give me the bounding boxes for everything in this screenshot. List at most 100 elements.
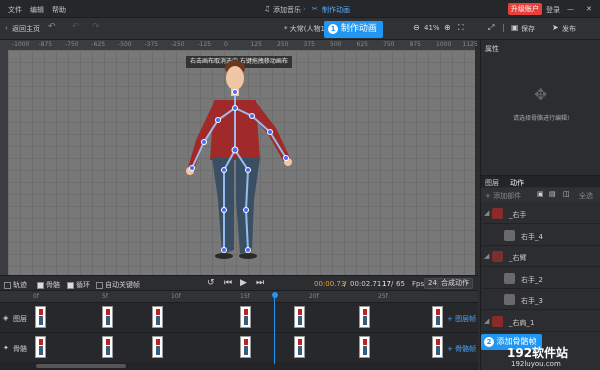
keyframe-thumb[interactable] [432,336,443,358]
bone-icon: ✦ [3,344,9,352]
redo-icon[interactable]: ↶ [72,22,80,32]
fullscreen-icon[interactable]: ⤢ [488,23,494,33]
ruler-tick: 875 [409,41,421,48]
keyframe-thumb[interactable] [35,306,46,328]
properties-title: 属性 [485,45,499,53]
chevron-right-icon: › [303,5,306,13]
ruler-tick: 500 [330,41,342,48]
add-bone-frame-button[interactable]: + 骨骼帧 [447,344,476,354]
redo2-icon[interactable]: ↷ [92,22,100,32]
bone-track-label: 骨骼 [13,345,27,353]
layer-list-item[interactable]: 右手_3 [482,289,600,310]
keyframe-thumb[interactable] [294,336,305,358]
layer-track[interactable]: ◈ 图层 + 图层帧 [0,302,478,332]
auto-keyframe-checkbox[interactable] [96,281,103,289]
zoom-out-icon[interactable]: ⊖ [413,23,420,32]
menu-help[interactable]: 帮助 [52,5,66,15]
tab-animation[interactable]: 动作 [510,178,524,188]
ruler-tick: -875 [38,41,53,48]
upgrade-button[interactable]: 升级账户 [508,3,542,15]
menu-edit[interactable]: 编辑 [30,5,44,15]
ruler-tick: 250 [277,41,289,48]
canvas[interactable]: 右击画布取消选中,右键拖拽移动画布 [8,50,475,275]
layer-list-item[interactable]: 右手_4 [482,225,600,246]
character-figure[interactable] [168,50,318,275]
timeline-controls: 轨迹 骨骼 循环 自动关键帧 ↺ ⏮ ▶ ⏭ 00:00.73 / 00:02.… [0,275,478,290]
layer-thumbnail [504,272,515,284]
save-button[interactable]: 保存 [521,24,535,34]
back-icon: ‹ [5,24,8,32]
keyframe-thumb[interactable] [102,306,113,328]
folder-icon[interactable]: ▤ [549,190,556,198]
make-animation-tab[interactable]: 制作动画 [322,5,350,15]
bone-checkbox[interactable] [37,281,44,289]
undo-icon[interactable]: ↶ [48,22,56,32]
ruler-tick: -1000 [12,41,30,48]
visibility-icon[interactable]: ◢ [484,252,489,260]
compose-action-button[interactable]: 合成动作 [437,278,473,289]
menu-file[interactable]: 文件 [8,5,22,15]
layer-thumbnail [492,208,503,219]
layer-thumbnail [492,315,503,327]
scrollbar-thumb[interactable] [36,364,126,368]
prev-frame-icon[interactable]: ⏮ [224,278,232,288]
keyframe-thumb[interactable] [240,306,251,328]
keyframe-thumb[interactable] [240,336,251,358]
zoom-in-icon[interactable]: ⊕ [444,23,451,32]
publish-button[interactable]: 发布 [562,24,576,34]
track-checkbox[interactable] [4,281,11,289]
ruler-tick: -125 [197,41,212,48]
tab-layers[interactable]: 图层 [485,178,499,188]
timeline-scrollbar[interactable] [0,362,478,370]
play-icon[interactable]: ▶ [240,278,247,288]
next-frame-icon[interactable]: ⏭ [256,278,264,288]
add-part-button[interactable]: + 添加部件 [485,191,521,201]
layer-list-item[interactable]: 右手_2 [482,268,600,289]
keyframe-thumb[interactable] [359,336,370,358]
close-icon[interactable]: ✕ [586,5,592,13]
keyframe-thumb[interactable] [152,306,163,328]
layer-list-item[interactable]: ◢ _右臂 [482,246,600,267]
step1-callout: 1 制作动画 [324,21,383,38]
frame-separator: / [391,280,394,288]
keyframe-thumb[interactable] [294,306,305,328]
visibility-icon[interactable]: ◢ [484,317,489,325]
playhead-handle[interactable] [272,292,278,298]
minimize-icon[interactable]: — [567,5,574,13]
reset-icon[interactable]: ↺ [207,278,215,288]
back-home-button[interactable]: 返回主页 [12,24,40,34]
layer-list-item[interactable]: ◢ _右肩_1 [482,311,600,332]
properties-hint: 请选择骨骼进行编辑! [513,115,570,122]
add-music-button[interactable]: 添加音乐 [273,5,301,15]
add-layer-frame-button[interactable]: + 图层帧 [447,314,476,324]
animation-icon: ✂ [312,5,318,13]
total-time: 00:02.71 [350,280,382,288]
keyframe-thumb[interactable] [359,306,370,328]
save-icon: ▣ [511,23,519,32]
keyframe-thumb[interactable] [35,336,46,358]
current-time: 00:00.73 [314,280,346,288]
fit-screen-icon[interactable]: ⛶ [458,23,464,33]
bone-track[interactable]: ✦ 骨骼 + 骨骼帧 [0,332,478,362]
ruler-tick: -750 [65,41,79,48]
zoom-level: 41% [424,24,440,32]
select-all-button[interactable]: 全选 [579,191,593,201]
ruler-top: -1000 -875 -750 -625 -500 -375 -250 -125 0 125 250… [8,40,478,50]
visibility-icon[interactable]: ◢ [484,209,489,217]
layer-label: 右手_3 [521,297,543,305]
keyframe-thumb[interactable] [152,336,163,358]
step2-badge: 2 [484,337,494,347]
ruler-tick: 625 [356,41,368,48]
layer-list-item[interactable]: ◢ _右手 [482,203,600,224]
keyframe-thumb[interactable] [102,336,113,358]
image-icon[interactable]: ▣ [537,190,544,198]
layer-icon[interactable]: ◫ [563,190,570,198]
login-button[interactable]: 登录 [546,5,560,15]
layer-thumbnail [504,229,515,241]
keyframe-thumb[interactable] [432,306,443,328]
timeline-ruler: 0f 5f 10f 15f 20f 25f [0,290,478,302]
track-label: 轨迹 [13,281,27,289]
loop-checkbox[interactable] [67,281,74,289]
publish-icon: ➤ [552,23,559,32]
fps-label: Fps [412,280,425,288]
